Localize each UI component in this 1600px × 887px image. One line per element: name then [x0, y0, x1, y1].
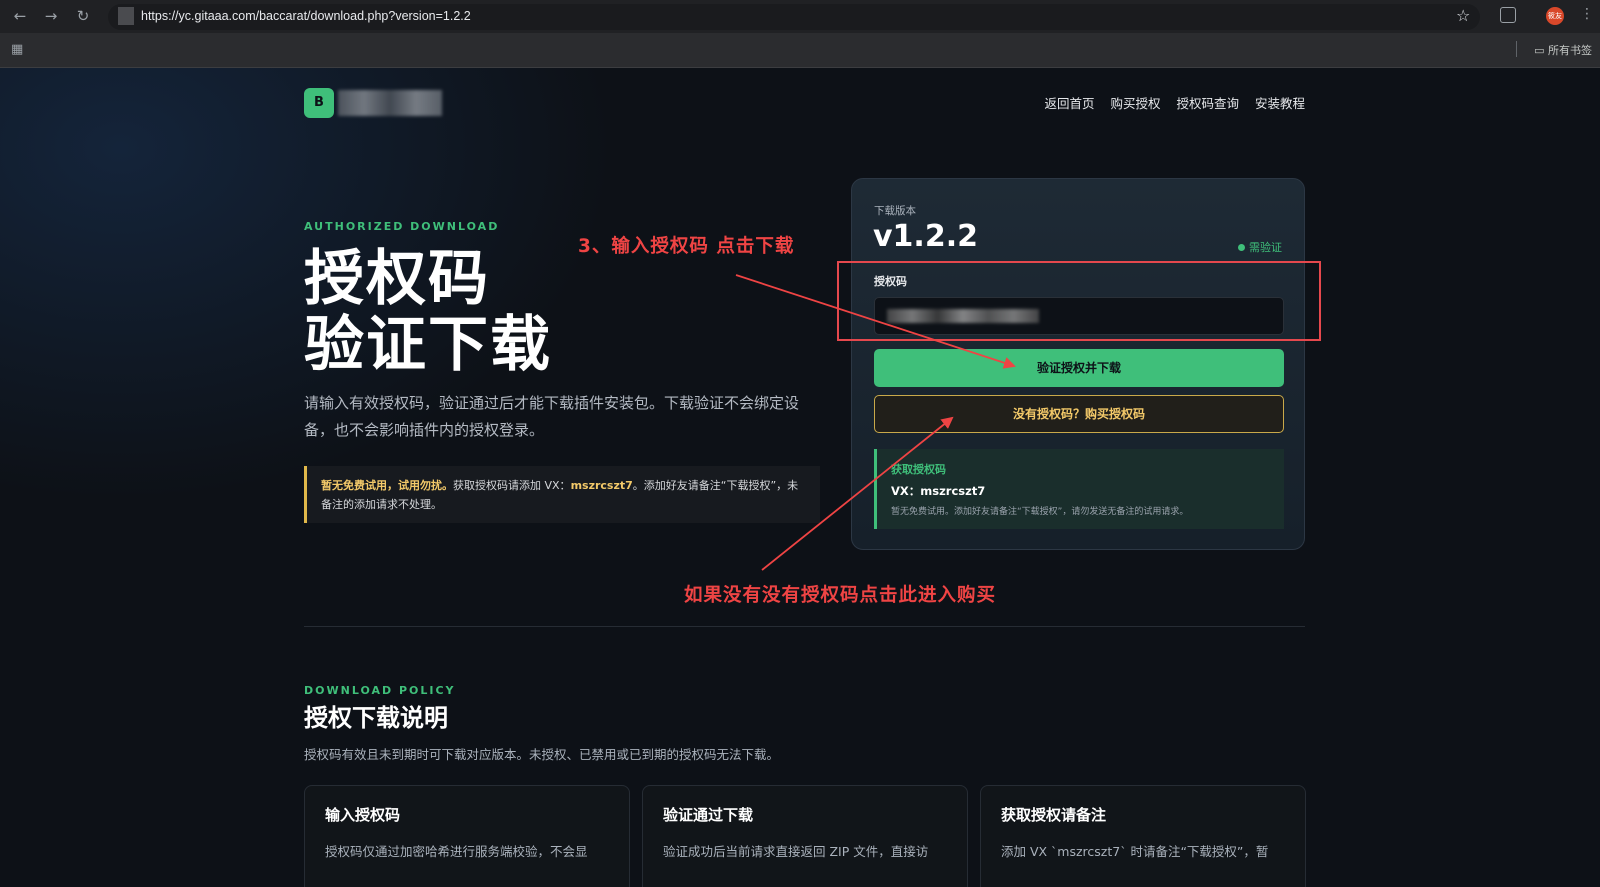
reload-icon[interactable]: ↻: [73, 6, 93, 26]
hero-lead: 请输入有效授权码，验证通过后才能下载插件安装包。下载验证不会绑定设备，也不会影响…: [304, 394, 800, 439]
browser-titlebar: ← → ↻ https://yc.gitaaa.com/baccarat/dow…: [0, 0, 1600, 33]
status-dot-icon: [1238, 244, 1245, 251]
nav-link-query[interactable]: 授权码查询: [1176, 93, 1239, 112]
apps-grid-icon[interactable]: ▦: [11, 42, 23, 57]
policy-card-input: 输入授权码 授权码仅通过加密哈希进行服务端校验，不会显: [304, 785, 630, 887]
notice-vx: mszrcszt7: [570, 479, 633, 492]
policy-card-title: 验证通过下载: [663, 806, 754, 824]
annotation-highlight-box: [837, 261, 1321, 341]
site-favicon-icon: [118, 7, 134, 25]
policy-title: 授权下载说明: [304, 704, 448, 732]
all-bookmarks-folder[interactable]: ▭ 所有书签: [1534, 42, 1592, 58]
bookmark-star-icon[interactable]: ☆: [1456, 6, 1470, 25]
annotation-buy-hint: 如果没有没有授权码点击此进入购买: [684, 585, 997, 606]
policy-card-desc: 授权码仅通过加密哈希进行服务端校验，不会显: [325, 844, 588, 859]
nav-link-home[interactable]: 返回首页: [1044, 93, 1094, 112]
warning-notice: 暂无免费试用，试用勿扰。获取授权码请添加 VX：mszrcszt7。添加好友请备…: [304, 466, 820, 523]
site-logo[interactable]: B: [304, 88, 334, 118]
nav-link-buy[interactable]: 购买授权: [1110, 93, 1160, 112]
policy-card-title: 获取授权请备注: [1001, 806, 1107, 824]
extensions-icon[interactable]: [1500, 7, 1516, 23]
hero-title-line1: 授权码: [304, 244, 490, 314]
bookmarks-separator: [1516, 41, 1517, 57]
url-text[interactable]: https://yc.gitaaa.com/baccarat/download.…: [141, 9, 471, 23]
top-navigation: 返回首页 购买授权 授权码查询 安装教程: [1044, 93, 1305, 112]
get-code-title: 获取授权码: [891, 463, 946, 476]
page-content: B 返回首页 购买授权 授权码查询 安装教程 AUTHORIZED DOWNLO…: [0, 68, 1600, 887]
hero-title-line2: 验证下载: [304, 310, 552, 380]
get-code-info: 获取授权码 VX：mszrcszt7 暂无免费试用。添加好友请备注“下载授权”，…: [874, 449, 1284, 529]
policy-card-desc: 验证成功后当前请求直接返回 ZIP 文件，直接访: [663, 844, 929, 859]
forward-icon[interactable]: →: [41, 6, 61, 26]
hero-eyebrow: AUTHORIZED DOWNLOAD: [304, 220, 500, 233]
section-divider: [304, 626, 1305, 627]
notice-text1: 获取授权码请添加 VX：: [453, 479, 571, 492]
get-code-vx: VX：mszrcszt7: [891, 484, 986, 498]
download-card: 下载版本 v1.2.2 需验证 授权码 验证授权并下载 没有授权码？购买授权码 …: [851, 178, 1305, 550]
policy-card-title: 输入授权码: [325, 806, 401, 824]
verify-status-badge: 需验证: [1238, 239, 1282, 255]
site-name-blurred: [338, 90, 442, 116]
annotation-step3: 3、输入授权码 点击下载: [578, 236, 795, 257]
profile-avatar[interactable]: 筱友: [1546, 7, 1564, 25]
back-icon[interactable]: ←: [10, 6, 30, 26]
all-bookmarks-label: 所有书签: [1548, 44, 1592, 57]
version-label: 下载版本: [874, 205, 916, 217]
version-number: v1.2.2: [873, 219, 978, 254]
policy-card-desc: 添加 VX `mszrcszt7` 时请备注“下载授权”，暂: [1001, 844, 1269, 859]
notice-bold: 暂无免费试用，试用勿扰。: [321, 479, 453, 492]
buy-code-button[interactable]: 没有授权码？购买授权码: [874, 395, 1284, 433]
verify-status-text: 需验证: [1249, 241, 1282, 254]
menu-kebab-icon[interactable]: ⋮: [1580, 6, 1594, 22]
policy-card-verify: 验证通过下载 验证成功后当前请求直接返回 ZIP 文件，直接访: [642, 785, 968, 887]
verify-download-button[interactable]: 验证授权并下载: [874, 349, 1284, 387]
bookmarks-bar: ▦ ▭ 所有书签: [0, 33, 1600, 68]
nav-link-tutorial[interactable]: 安装教程: [1255, 93, 1305, 112]
policy-eyebrow: DOWNLOAD POLICY: [304, 684, 456, 697]
get-code-desc: 暂无免费试用。添加好友请备注“下载授权”，请勿发送无备注的试用请求。: [891, 507, 1189, 517]
policy-subtitle: 授权码有效且未到期时可下载对应版本。未授权、已禁用或已到期的授权码无法下载。: [304, 747, 780, 762]
hero-title: 授权码 验证下载: [304, 246, 552, 378]
policy-card-remark: 获取授权请备注 添加 VX `mszrcszt7` 时请备注“下载授权”，暂: [980, 785, 1306, 887]
